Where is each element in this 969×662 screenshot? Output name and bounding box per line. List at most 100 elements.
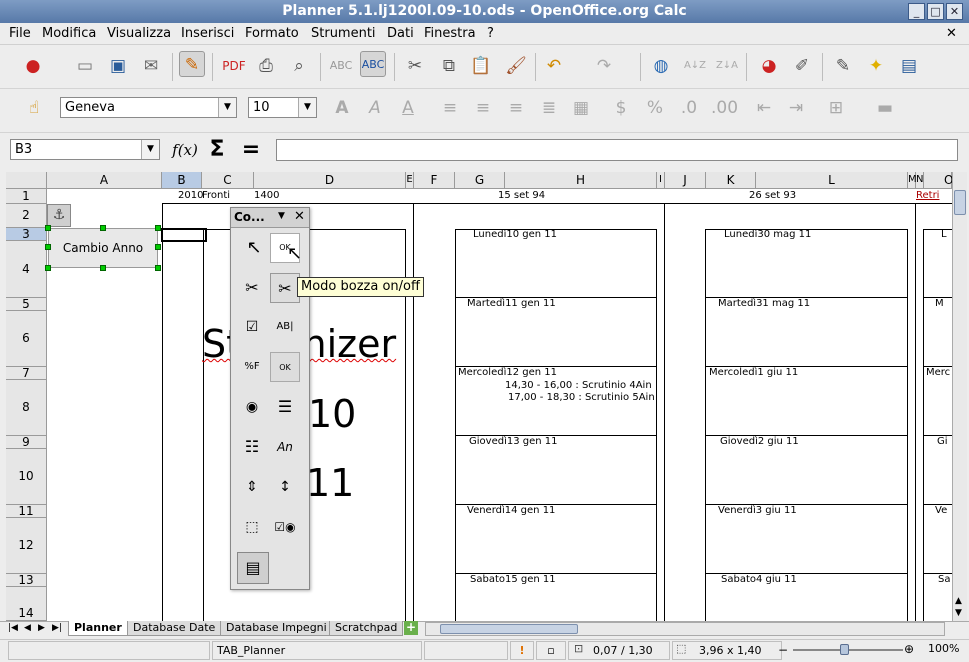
- row-header[interactable]: 6: [6, 311, 47, 367]
- combo-box-icon[interactable]: ☷: [237, 432, 267, 462]
- bold-icon[interactable]: A: [329, 95, 355, 121]
- last-sheet-icon[interactable]: ▶|: [52, 623, 62, 633]
- menu-dati[interactable]: Dati: [387, 26, 414, 41]
- row-header[interactable]: 11: [6, 505, 47, 518]
- design-mode-icon[interactable]: ✂: [237, 273, 267, 303]
- new-document-icon[interactable]: ●: [20, 53, 46, 79]
- font-size-combo[interactable]: 10 ▼: [248, 97, 317, 118]
- option-button-icon[interactable]: ◉: [237, 392, 267, 422]
- list-box-icon[interactable]: ☰: [270, 392, 300, 422]
- percent-icon[interactable]: %: [642, 95, 668, 121]
- chevron-down-icon[interactable]: ▼: [141, 140, 159, 159]
- row-header[interactable]: 13: [6, 574, 47, 587]
- row-header[interactable]: 14: [6, 587, 47, 621]
- col-header[interactable]: F: [414, 172, 455, 189]
- equals-icon[interactable]: =: [236, 135, 266, 165]
- chevron-down-icon[interactable]: ▼: [218, 98, 236, 117]
- vertical-scroll-thumb[interactable]: [954, 190, 966, 215]
- anchor-icon[interactable]: ⚓: [47, 204, 71, 227]
- font-name-combo[interactable]: Geneva ▼: [60, 97, 237, 118]
- minimize-button[interactable]: _: [908, 3, 925, 20]
- row-header[interactable]: 1: [6, 189, 47, 204]
- sheet-tab-database-impegni[interactable]: Database Impegni: [220, 621, 333, 636]
- col-header[interactable]: N: [916, 172, 924, 189]
- row-header[interactable]: 9: [6, 436, 47, 449]
- design-mode-toggle-icon[interactable]: ✂: [270, 273, 300, 303]
- col-header[interactable]: L: [756, 172, 908, 189]
- paste-icon[interactable]: 📋: [468, 53, 494, 79]
- maximize-button[interactable]: □: [927, 3, 944, 20]
- sort-descending-icon[interactable]: Z↓A: [714, 53, 740, 79]
- row-header[interactable]: 5: [6, 298, 47, 311]
- open-icon[interactable]: ▭: [72, 53, 98, 79]
- number-format-icon[interactable]: .0: [676, 95, 702, 121]
- row-header[interactable]: 4: [6, 241, 47, 298]
- page-preview-icon[interactable]: ⌕: [286, 53, 312, 79]
- print-icon[interactable]: ⎙: [253, 53, 279, 79]
- zoom-slider-thumb[interactable]: [840, 644, 849, 655]
- select-pointer-icon[interactable]: ↖: [239, 233, 269, 263]
- decimal-icon[interactable]: .00: [711, 95, 738, 121]
- function-wizard-icon[interactable]: f(x): [170, 135, 200, 165]
- menu-help[interactable]: ?: [487, 26, 494, 41]
- background-color-icon[interactable]: ▬: [872, 95, 898, 121]
- status-insert-mode[interactable]: [424, 641, 508, 660]
- selected-cell[interactable]: [161, 228, 207, 242]
- first-sheet-icon[interactable]: |◀: [8, 623, 18, 633]
- justify-icon[interactable]: ≣: [536, 95, 562, 121]
- spellcheck-icon[interactable]: ABC: [328, 53, 354, 79]
- zoom-out-icon[interactable]: −: [778, 643, 788, 657]
- prev-sheet-icon[interactable]: ◀: [24, 623, 31, 633]
- sum-icon[interactable]: Σ: [202, 135, 232, 165]
- row-header[interactable]: 8: [6, 380, 47, 436]
- col-header[interactable]: J: [665, 172, 706, 189]
- sort-ascending-icon[interactable]: A↓Z: [682, 53, 708, 79]
- menu-finestra[interactable]: Finestra: [424, 26, 476, 41]
- cut-icon[interactable]: ✂: [402, 53, 428, 79]
- chevron-down-icon[interactable]: ▼: [278, 211, 285, 221]
- save-icon[interactable]: ▣: [105, 53, 131, 79]
- styles-icon[interactable]: ☝: [21, 95, 47, 121]
- horizontal-scrollbar[interactable]: [425, 622, 945, 636]
- sheet-tab-database-date[interactable]: Database Date: [127, 621, 222, 636]
- chart-icon[interactable]: ◕: [756, 53, 782, 79]
- vertical-scrollbar[interactable]: ▲ ▼: [952, 172, 967, 621]
- col-header[interactable]: A: [47, 172, 162, 189]
- select-all-corner[interactable]: [6, 172, 47, 189]
- chevron-down-icon[interactable]: ▼: [298, 98, 316, 117]
- decrease-indent-icon[interactable]: ⇤: [751, 95, 777, 121]
- more-controls-icon[interactable]: ☑◉: [270, 512, 300, 542]
- name-box[interactable]: B3 ▼: [10, 139, 160, 160]
- label-field-icon[interactable]: An: [270, 432, 300, 462]
- align-center-icon[interactable]: ≡: [470, 95, 496, 121]
- borders-icon[interactable]: ⊞: [823, 95, 849, 121]
- redo-icon[interactable]: ↷: [591, 53, 617, 79]
- hyperlink-icon[interactable]: ◍: [648, 53, 674, 79]
- merge-cells-icon[interactable]: ▦: [568, 95, 594, 121]
- increase-indent-icon[interactable]: ⇥: [783, 95, 809, 121]
- col-header[interactable]: B: [162, 172, 202, 189]
- horizontal-scroll-thumb[interactable]: [440, 624, 578, 634]
- export-pdf-icon[interactable]: PDF: [221, 53, 247, 79]
- close-window-button[interactable]: ✕: [946, 3, 963, 20]
- col-header[interactable]: K: [706, 172, 756, 189]
- col-header[interactable]: M: [908, 172, 917, 189]
- button-icon[interactable]: OK: [270, 352, 300, 382]
- next-sheet-icon[interactable]: ▶: [38, 623, 45, 633]
- formula-input[interactable]: [276, 139, 958, 161]
- underline-icon[interactable]: A: [395, 95, 421, 121]
- zoom-in-icon[interactable]: ⊕: [904, 642, 914, 656]
- align-right-icon[interactable]: ≡: [503, 95, 529, 121]
- menu-visualizza[interactable]: Visualizza: [107, 26, 171, 41]
- sheet-tab-scratchpad[interactable]: Scratchpad: [329, 621, 404, 636]
- data-sources-icon[interactable]: ▤: [896, 53, 922, 79]
- formatted-field-icon[interactable]: %F: [237, 352, 267, 382]
- form-design-icon[interactable]: ▤: [237, 552, 269, 584]
- align-left-icon[interactable]: ≡: [437, 95, 463, 121]
- row-header[interactable]: 12: [6, 518, 47, 574]
- row-header[interactable]: 7: [6, 367, 47, 380]
- email-icon[interactable]: ✉: [138, 53, 164, 79]
- edit-file-icon[interactable]: ✎: [179, 51, 205, 77]
- menu-formato[interactable]: Formato: [245, 26, 299, 41]
- italic-icon[interactable]: A: [362, 95, 388, 121]
